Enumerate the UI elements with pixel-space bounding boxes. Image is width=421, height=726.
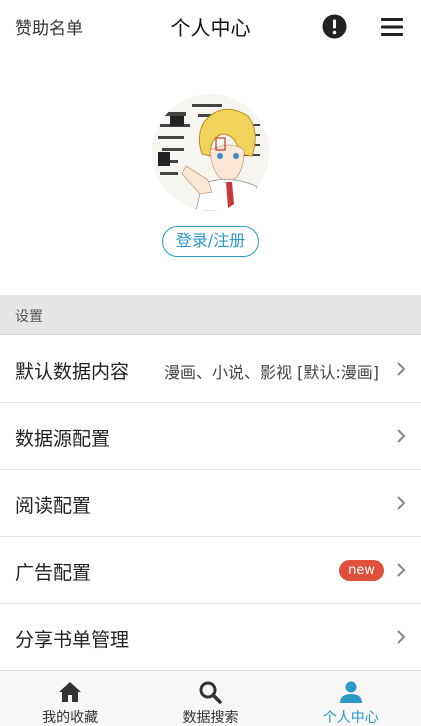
search-icon [199,681,223,704]
top-bar: 赞助名单 个人中心 [0,0,421,54]
tab-profile[interactable]: 个人中心 [281,671,421,726]
chevron-right-icon [397,630,406,644]
settings-item-reading-config[interactable]: 阅读配置 [0,470,421,537]
exclamation-circle-icon[interactable] [322,14,347,39]
settings-item-label: 阅读配置 [15,495,92,517]
tab-favorites[interactable]: 我的收藏 [0,671,140,726]
settings-item-label: 默认数据内容 [15,361,130,383]
sponsor-list-link[interactable]: 赞助名单 [15,14,83,39]
user-icon [339,681,362,703]
home-icon [59,682,82,702]
hamburger-menu-icon[interactable] [380,16,404,38]
new-badge: new [339,560,384,581]
settings-item-label: 数据源配置 [15,428,111,450]
tab-label: 我的收藏 [42,710,99,726]
section-title: 设置 [15,309,43,325]
avatar[interactable] [152,94,269,211]
settings-item-label: 广告配置 [15,562,92,584]
settings-section-header: 设置 [0,295,421,335]
profile-section: 登录/注册 [0,54,421,295]
settings-item-ad-config[interactable]: 广告配置 new [0,537,421,604]
settings-list: 默认数据内容 漫画、小说、影视 [默认:漫画] 数据源配置 阅读配置 广告配置 … [0,336,421,671]
bottom-tab-bar: 我的收藏 数据搜索 个人中心 [0,670,421,726]
tab-search[interactable]: 数据搜索 [140,671,280,726]
chevron-right-icon [397,429,406,443]
login-register-button[interactable]: 登录/注册 [162,226,259,257]
chevron-right-icon [397,496,406,510]
chevron-right-icon [397,362,406,376]
settings-item-label: 分享书单管理 [15,629,130,651]
tab-label: 个人中心 [322,710,379,726]
settings-item-default-content[interactable]: 默认数据内容 漫画、小说、影视 [默认:漫画] [0,336,421,403]
settings-item-share-booklist[interactable]: 分享书单管理 [0,604,421,671]
chevron-right-icon [397,563,406,577]
settings-item-value: 漫画、小说、影视 [默认:漫画] [164,363,379,382]
settings-item-source-config[interactable]: 数据源配置 [0,403,421,470]
tab-label: 数据搜索 [182,710,239,726]
